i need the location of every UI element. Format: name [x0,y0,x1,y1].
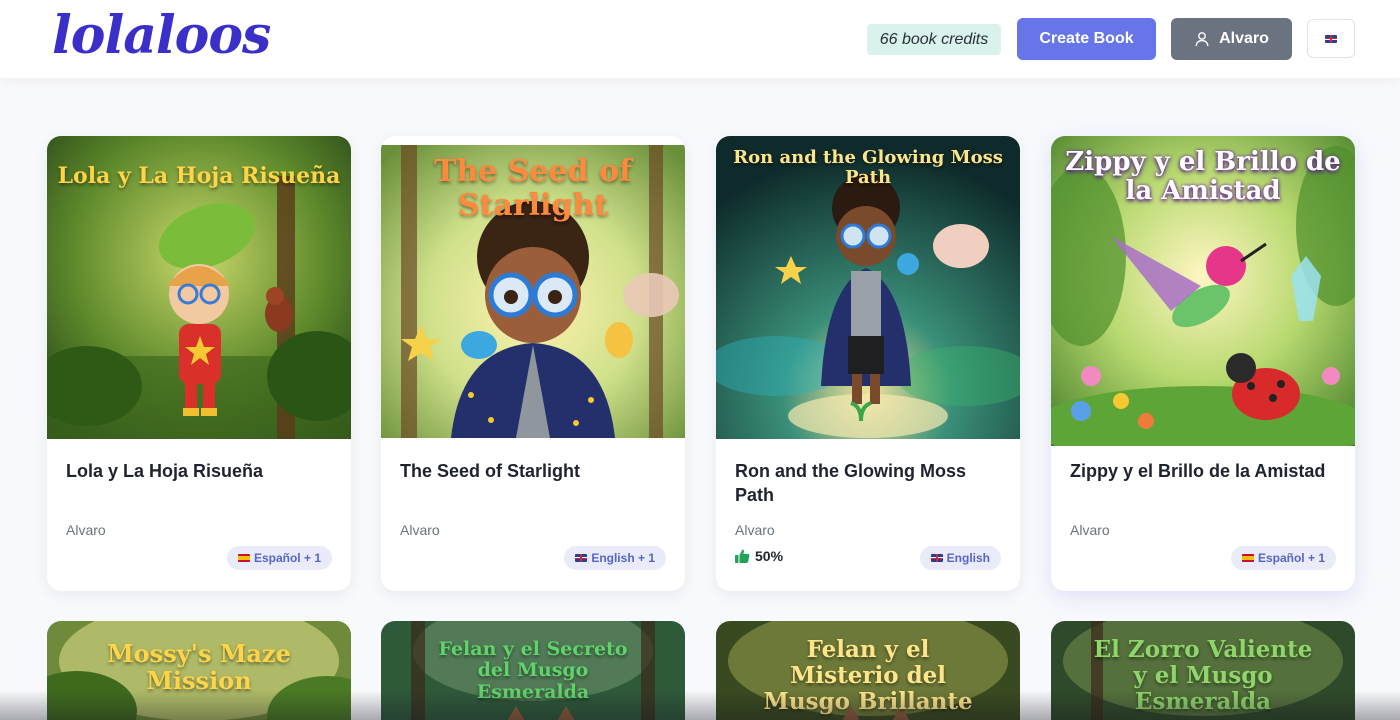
book-author: Alvaro [735,522,775,538]
cover-title: El Zorro Valiente y el Musgo Esmeralda [1093,636,1313,715]
top-header: lolaloos 66 book credits Create Book Alv… [0,0,1400,78]
book-cover: Ron and the Glowing Moss Path [716,136,1020,439]
book-cover: Zippy y el Brillo de la Amistad [1051,136,1355,446]
language-label: Español + 1 [1257,551,1325,565]
language-badge: Español + 1 [226,546,332,570]
book-card[interactable]: Felan y el Misterio del Musgo Brillante [716,621,1020,720]
book-author: Alvaro [1070,522,1110,538]
create-book-button[interactable]: Create Book [1017,18,1156,60]
spain-flag-icon [237,554,250,562]
cover-title: Zippy y el Brillo de la Amistad [1065,147,1341,207]
book-cover: The Seed of Starlight [381,145,685,438]
book-card[interactable]: El Zorro Valiente y el Musgo Esmeralda [1051,621,1355,720]
language-badge: English [919,546,1001,570]
user-menu-button[interactable]: Alvaro [1171,18,1292,60]
uk-flag-icon [930,554,943,562]
book-title[interactable]: Lola y La Hoja Risueña [66,459,336,483]
book-card[interactable]: The Seed of Starlight The Seed of Starli… [381,136,685,591]
book-card[interactable]: Felan y el Secreto del Musgo Esmeralda [381,621,685,720]
language-badge: Español + 1 [1230,546,1336,570]
thumbs-up-icon [735,549,750,563]
book-card[interactable]: Lola y La Hoja Risueña Lola y La Hoja Ri… [47,136,351,591]
language-selector-button[interactable] [1307,19,1355,58]
language-label: English [946,551,990,565]
book-credits-badge: 66 book credits [867,24,1001,55]
book-cover: Lola y La Hoja Risueña [47,136,351,439]
lolaloos-logo[interactable]: lolaloos [52,6,271,66]
book-title[interactable]: The Seed of Starlight [400,459,670,483]
book-card[interactable]: Ron and the Glowing Moss Path Ron and th… [716,136,1020,591]
cover-title: Ron and the Glowing Moss Path [733,147,1003,189]
cover-title: Lola y La Hoja Risueña [57,163,341,189]
book-card[interactable]: Mossy's Maze Mission [47,621,351,720]
cover-title: Mossy's Maze Mission [107,639,291,695]
rating-value: 50% [755,548,784,564]
spain-flag-icon [1241,554,1254,562]
cover-title: The Seed of Starlight [434,154,632,223]
book-author: Alvaro [400,522,440,538]
book-card[interactable]: Zippy y el Brillo de la Amistad Zippy y … [1051,136,1355,591]
rating: 50% [735,548,783,564]
language-label: Español + 1 [253,551,321,565]
language-label: English + 1 [591,551,655,565]
user-name: Alvaro [1219,30,1269,47]
book-title[interactable]: Zippy y el Brillo de la Amistad [1070,459,1340,483]
book-title[interactable]: Ron and the Glowing Moss Path [735,459,1005,507]
book-author: Alvaro [66,522,106,538]
uk-flag-icon [575,554,588,562]
uk-flag-icon [1325,34,1337,43]
language-badge: English + 1 [564,546,666,570]
cover-title: Felan y el Misterio del Musgo Brillante [763,636,973,715]
cover-title: Felan y el Secreto del Musgo Esmeralda [438,638,628,703]
user-icon [1195,32,1209,47]
